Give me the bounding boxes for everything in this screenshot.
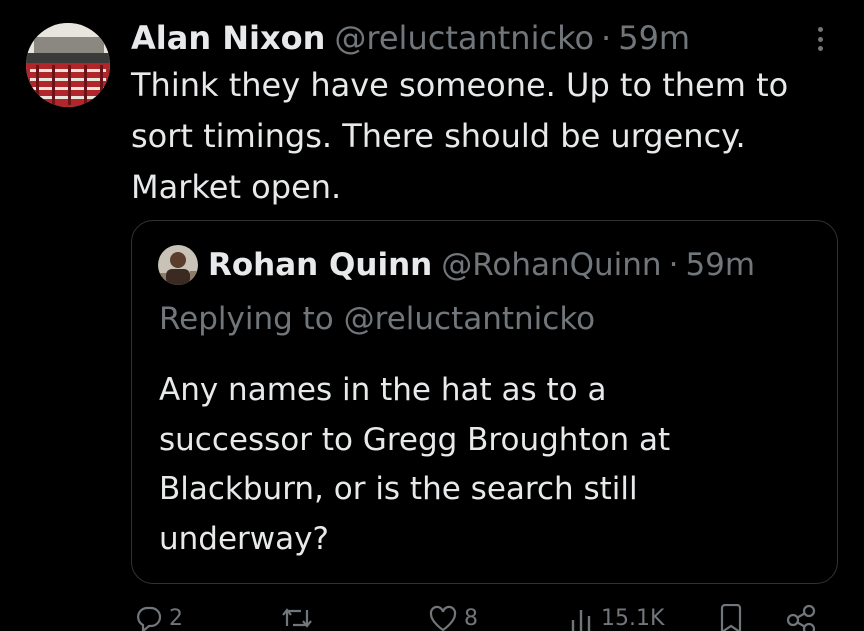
author-handle[interactable]: @reluctantnicko xyxy=(334,16,594,60)
tweet-actions: 2 8 15.1K xyxy=(131,604,836,631)
like-count: 8 xyxy=(464,605,478,631)
quoted-tweet-header: Rohan Quinn @RohanQuinn · 59m xyxy=(158,241,755,289)
reply-icon xyxy=(137,606,162,631)
quoted-tweet-timestamp[interactable]: 59m xyxy=(685,247,755,283)
tweet-text-line: sort timings. There should be urgency. xyxy=(131,117,746,155)
tweet-timestamp[interactable]: 59m xyxy=(618,16,690,60)
quoted-author-name[interactable]: Rohan Quinn xyxy=(208,247,432,283)
replying-to-label: Replying to xyxy=(159,301,344,337)
replying-to-handle[interactable]: @reluctantnicko xyxy=(344,301,596,337)
quoted-author-avatar[interactable] xyxy=(158,245,198,285)
heart-icon xyxy=(429,605,457,631)
tweet-text: Think they have someone. Up to them to s… xyxy=(131,60,836,213)
quoted-author-handle[interactable]: @RohanQuinn xyxy=(441,247,661,283)
views-chart-icon xyxy=(571,610,591,631)
quoted-text-line: successor to Gregg Broughton at xyxy=(159,421,671,458)
share-icon xyxy=(786,604,816,631)
views-count: 15.1K xyxy=(601,605,665,631)
reply-button[interactable]: 2 xyxy=(135,604,183,631)
retweet-button[interactable] xyxy=(281,604,319,631)
tweet-text-line: Market open. xyxy=(131,168,342,206)
quoted-text-line: Any names in the hat as to a xyxy=(159,372,607,408)
reply-count: 2 xyxy=(169,605,183,631)
bookmark-button[interactable] xyxy=(719,604,743,631)
more-options-icon[interactable] xyxy=(810,22,830,56)
quoted-text-line: Blackburn, or is the search still xyxy=(159,471,638,507)
separator-dot: · xyxy=(601,19,612,57)
bookmark-icon xyxy=(720,604,742,631)
author-name[interactable]: Alan Nixon xyxy=(131,16,325,60)
replying-to: Replying to @reluctantnicko xyxy=(159,297,595,341)
separator-dot: · xyxy=(668,247,679,283)
quoted-tweet-text: Any names in the hat as to a successor t… xyxy=(159,366,779,564)
tweet-header: Alan Nixon @reluctantnicko · 59m xyxy=(131,16,690,60)
views-button[interactable]: 15.1K xyxy=(569,604,664,631)
tweet-text-line: Think they have someone. Up to them to xyxy=(131,66,789,104)
quoted-text-line: underway? xyxy=(159,520,329,557)
tweet: Alan Nixon @reluctantnicko · 59m Think t… xyxy=(0,0,864,631)
share-button[interactable] xyxy=(785,604,817,631)
retweet-icon xyxy=(282,608,312,628)
author-avatar[interactable] xyxy=(26,23,110,107)
quoted-tweet-card[interactable]: Rohan Quinn @RohanQuinn · 59m Replying t… xyxy=(131,220,838,584)
like-button[interactable]: 8 xyxy=(428,604,478,631)
